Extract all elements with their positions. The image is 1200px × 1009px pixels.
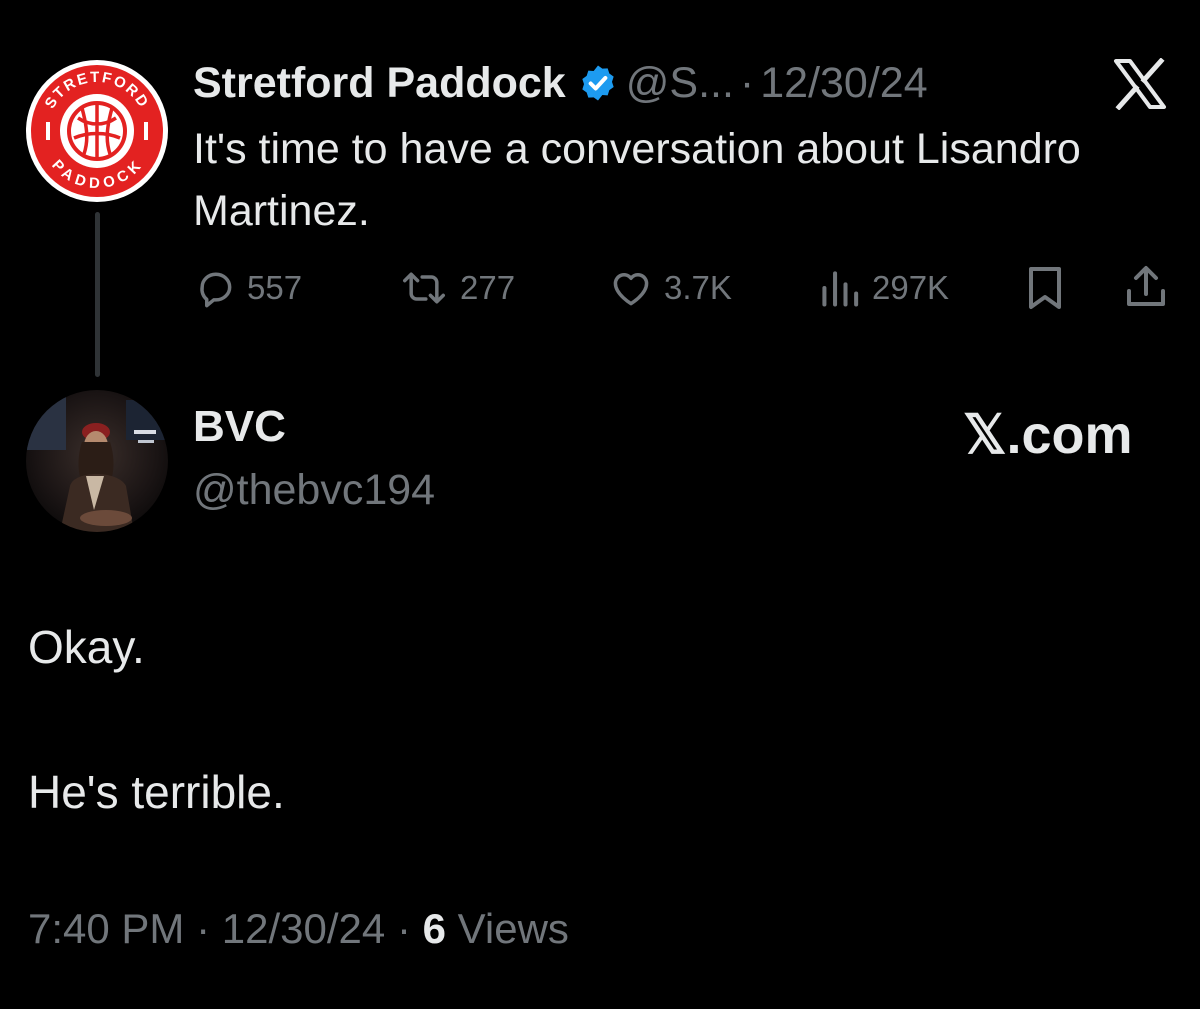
like-action[interactable]: 3.7K	[608, 262, 732, 314]
footer-date[interactable]: 12/30/24	[222, 905, 386, 952]
views-count: 297K	[872, 269, 950, 306]
reply-count: 557	[247, 269, 303, 306]
separator-dot: ·	[396, 905, 411, 952]
footer-time[interactable]: 7:40 PM	[28, 905, 184, 952]
quoted-display-name[interactable]: Stretford Paddock	[193, 59, 566, 108]
reply-action[interactable]: 557	[193, 262, 302, 314]
quoted-tweet-header: Stretford Paddock @S... · 12/30/24	[193, 54, 928, 112]
reply-text-line-1: Okay.	[28, 621, 145, 673]
separator-dot: ·	[196, 905, 211, 952]
thread-connector-line	[95, 212, 100, 377]
quoted-date[interactable]: 12/30/24	[760, 59, 927, 108]
stretford-paddock-avatar[interactable]: STRETFORD PADDOCK	[26, 60, 168, 202]
x-logo-icon[interactable]	[1112, 57, 1168, 111]
like-count: 3.7K	[664, 269, 732, 306]
quoted-handle[interactable]: @S...	[626, 59, 734, 108]
footer-views-label: Views	[457, 905, 569, 952]
separator-dot: ·	[739, 58, 755, 107]
reply-text-line-2: He's terrible.	[28, 766, 285, 818]
quoted-tweet-text: It's time to have a conversation about L…	[193, 125, 1081, 235]
verified-badge-icon	[578, 63, 618, 103]
reply-icon	[200, 272, 232, 308]
repost-action[interactable]: 277	[398, 262, 515, 314]
repost-icon	[403, 272, 445, 304]
heart-icon	[613, 273, 649, 306]
reply-display-name[interactable]: BVC	[193, 402, 286, 452]
x-com-watermark: 𝕏.com	[963, 404, 1133, 465]
stretford-paddock-logo: STRETFORD PADDOCK	[31, 65, 163, 197]
reply-timestamp-footer: 7:40 PM · 12/30/24 · 6 Views	[28, 905, 569, 953]
bookmark-icon[interactable]	[1024, 264, 1066, 317]
reply-handle[interactable]: @thebvc194	[193, 466, 435, 515]
views-action[interactable]: 297K	[818, 262, 949, 314]
share-icon[interactable]	[1122, 262, 1170, 317]
bvc-avatar[interactable]	[26, 390, 168, 532]
footer-views-count: 6	[422, 905, 446, 952]
views-bar-icon	[822, 271, 859, 307]
repost-count: 277	[460, 269, 516, 306]
